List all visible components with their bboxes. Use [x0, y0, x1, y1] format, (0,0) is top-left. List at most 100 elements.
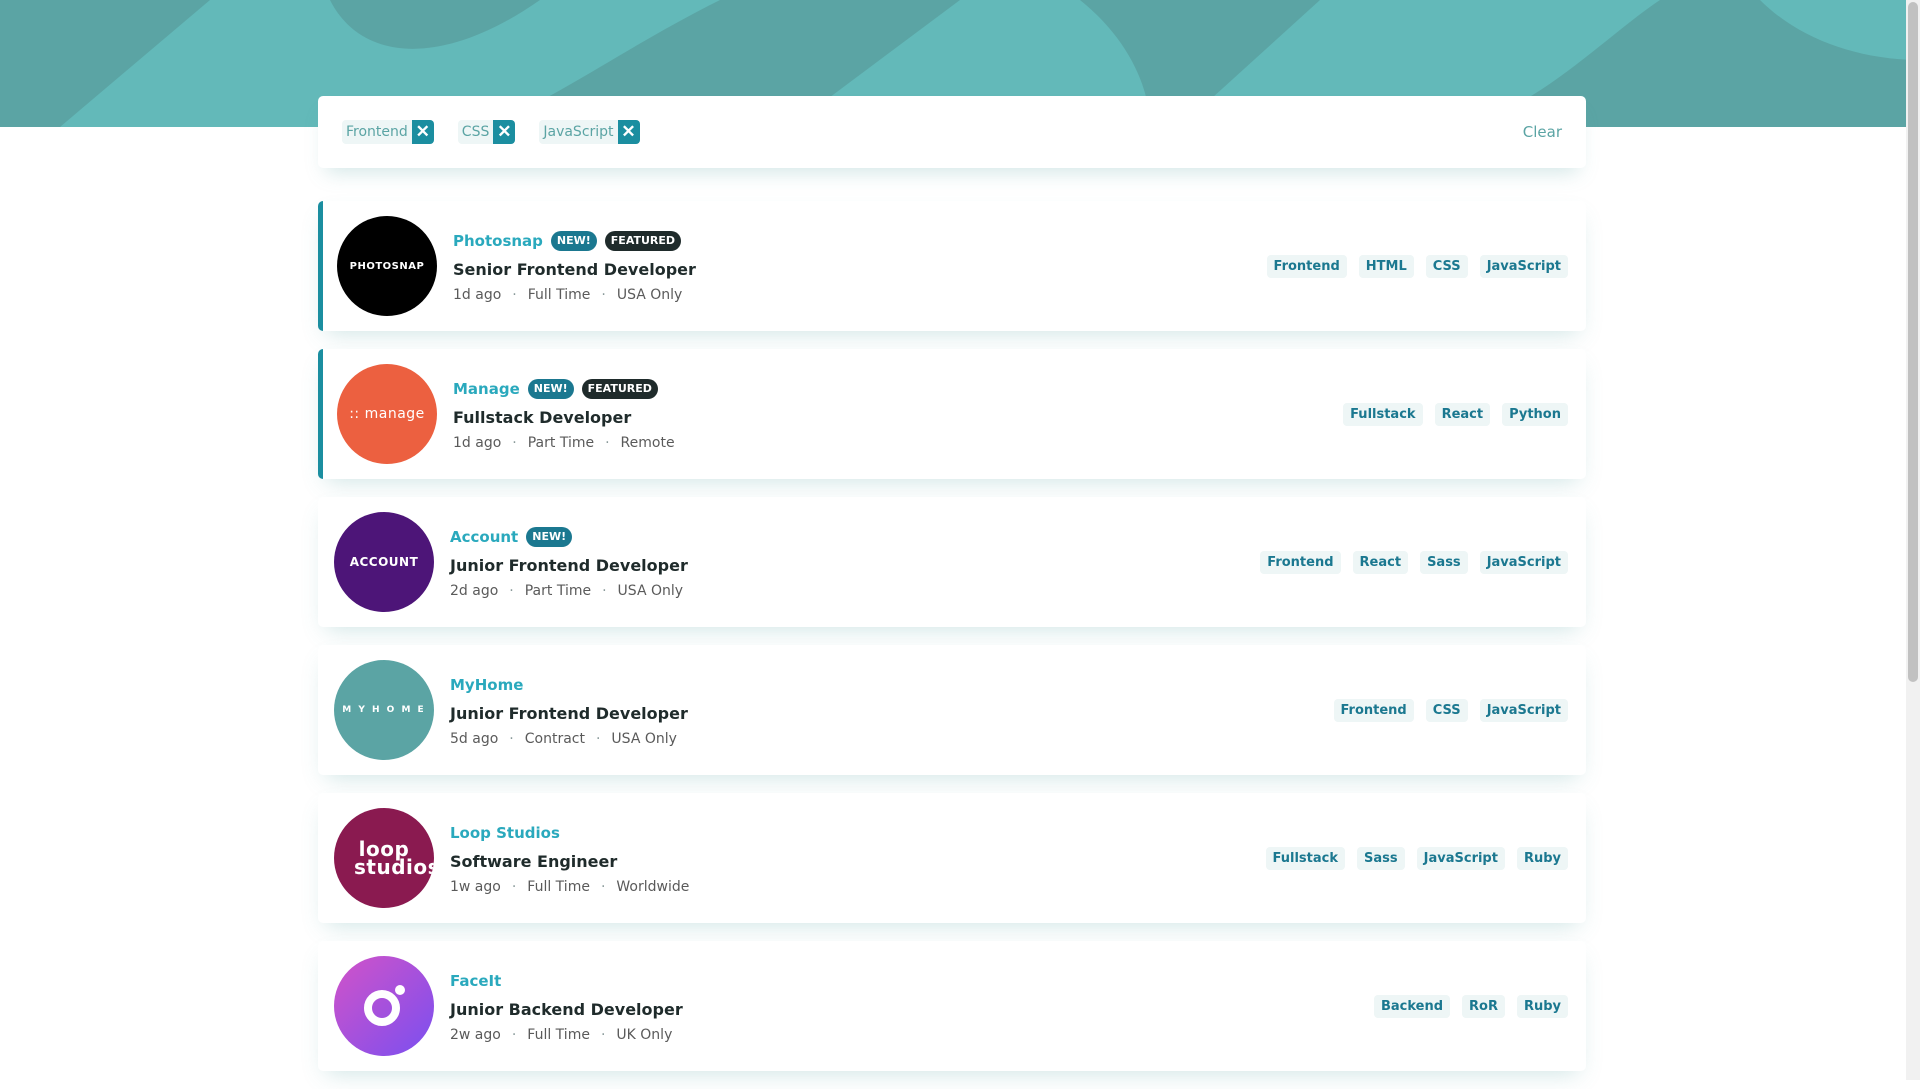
posted-at: 1d ago — [453, 434, 502, 451]
separator-dot: · — [509, 582, 514, 599]
contract-type: Full Time — [527, 1026, 590, 1043]
job-title[interactable]: Junior Frontend Developer — [450, 556, 688, 575]
featured-badge: FEATURED — [604, 230, 682, 251]
company-logo: ACCOUNT — [334, 512, 434, 612]
job-card: loop studios Loop Studios Software Engin… — [318, 793, 1586, 923]
scrollbar-thumb[interactable] — [1908, 2, 1918, 682]
separator-dot: · — [509, 730, 514, 747]
filter-tag-list: Frontend ✕ CSS ✕ JavaScript ✕ — [342, 120, 640, 144]
job-meta: 1d ago · Full Time · USA Only — [453, 287, 696, 303]
job-tag[interactable]: Fullstack — [1343, 402, 1423, 426]
job-tag-list: Fullstack React Python — [1343, 402, 1568, 426]
job-info: Account NEW! Junior Frontend Developer 2… — [450, 526, 688, 599]
job-tag-list: Frontend React Sass JavaScript — [1260, 550, 1568, 574]
company-name: Account — [450, 527, 519, 546]
close-icon: ✕ — [621, 122, 636, 141]
job-title[interactable]: Junior Frontend Developer — [450, 704, 688, 723]
remove-filter-button[interactable]: ✕ — [617, 120, 640, 144]
faceit-logo-icon — [364, 985, 405, 1026]
company-logo: M Y H O M E — [334, 660, 434, 760]
remove-filter-button[interactable]: ✕ — [411, 120, 434, 144]
separator-dot: · — [601, 286, 606, 303]
company-row: Manage NEW! FEATURED — [453, 378, 675, 400]
company-logo — [334, 956, 434, 1056]
job-info: FaceIt Junior Backend Developer 2w ago ·… — [450, 970, 683, 1043]
job-tag[interactable]: JavaScript — [1479, 550, 1568, 574]
job-tag[interactable]: CSS — [1425, 254, 1468, 278]
job-meta: 2d ago · Part Time · USA Only — [450, 583, 688, 599]
job-list: PHOTOSNAP Photosnap NEW! FEATURED Senior… — [318, 201, 1586, 1089]
job-tag[interactable]: Ruby — [1516, 846, 1568, 870]
job-tag[interactable]: CSS — [1425, 698, 1468, 722]
filter-tag-label: Frontend — [342, 120, 412, 144]
job-meta: 2w ago · Full Time · UK Only — [450, 1027, 683, 1043]
job-card: PHOTOSNAP Photosnap NEW! FEATURED Senior… — [318, 201, 1586, 331]
job-meta: 5d ago · Contract · USA Only — [450, 731, 688, 747]
company-logo-text: PHOTOSNAP — [349, 260, 425, 272]
job-tag[interactable]: Frontend — [1260, 550, 1341, 574]
company-row: MyHome — [450, 674, 688, 696]
job-card: :: manage Manage NEW! FEATURED Fullstack… — [318, 349, 1586, 479]
company-name: Loop Studios — [450, 823, 560, 842]
job-location: USA Only — [617, 582, 684, 599]
company-row: FaceIt — [450, 970, 683, 992]
job-card: M Y H O M E MyHome Junior Frontend Devel… — [318, 645, 1586, 775]
remove-filter-button[interactable]: ✕ — [493, 120, 516, 144]
job-meta: 1d ago · Part Time · Remote — [453, 435, 675, 451]
company-name: FaceIt — [450, 971, 502, 990]
job-title[interactable]: Junior Backend Developer — [450, 1000, 683, 1019]
posted-at: 2d ago — [450, 582, 499, 599]
company-logo: :: manage — [337, 364, 437, 464]
filter-tag-label: JavaScript — [539, 120, 618, 144]
job-tag[interactable]: Ruby — [1516, 994, 1568, 1018]
job-info: Loop Studios Software Engineer 1w ago · … — [450, 822, 689, 895]
company-row: Photosnap NEW! FEATURED — [453, 230, 696, 252]
posted-at: 5d ago — [450, 730, 499, 747]
job-tag[interactable]: JavaScript — [1416, 846, 1505, 870]
contract-type: Full Time — [527, 286, 591, 303]
job-tag[interactable]: React — [1352, 550, 1409, 574]
job-title[interactable]: Fullstack Developer — [453, 408, 675, 427]
job-tag-list: Frontend CSS JavaScript — [1333, 698, 1568, 722]
filter-tag: Frontend ✕ — [342, 120, 434, 144]
separator-dot: · — [605, 434, 610, 451]
separator-dot: · — [511, 878, 517, 895]
close-icon: ✕ — [497, 122, 512, 141]
job-tag-list: Backend RoR Ruby — [1373, 994, 1568, 1018]
scrollbar[interactable] — [1906, 0, 1920, 1080]
company-name: Photosnap — [453, 231, 543, 250]
job-title[interactable]: Software Engineer — [450, 852, 689, 871]
new-badge: NEW! — [526, 526, 573, 547]
filter-tag: JavaScript ✕ — [539, 120, 640, 144]
job-tag[interactable]: HTML — [1358, 254, 1414, 278]
job-tag[interactable]: Backend — [1373, 994, 1450, 1018]
contract-type: Part Time — [527, 434, 595, 451]
job-location: Worldwide — [616, 878, 690, 895]
job-info: Manage NEW! FEATURED Fullstack Developer… — [453, 378, 675, 451]
job-tag[interactable]: JavaScript — [1479, 254, 1568, 278]
job-tag[interactable]: Fullstack — [1265, 846, 1346, 870]
job-location: USA Only — [616, 286, 683, 303]
job-tag[interactable]: JavaScript — [1479, 698, 1568, 722]
filter-tag: CSS ✕ — [457, 120, 516, 144]
job-info: MyHome Junior Frontend Developer 5d ago … — [450, 674, 688, 747]
job-tag[interactable]: RoR — [1462, 994, 1505, 1018]
job-tag[interactable]: Sass — [1357, 846, 1405, 870]
company-logo-text: :: manage — [349, 406, 425, 422]
job-tag[interactable]: Frontend — [1266, 254, 1347, 278]
filter-bar: Frontend ✕ CSS ✕ JavaScript ✕ Clear — [318, 96, 1586, 168]
company-row: Loop Studios — [450, 822, 689, 844]
job-tag[interactable]: Sass — [1420, 550, 1468, 574]
featured-badge: FEATURED — [581, 378, 658, 399]
posted-at: 1w ago — [450, 878, 501, 895]
job-tag[interactable]: Python — [1502, 402, 1568, 426]
clear-filters-button[interactable]: Clear — [1523, 123, 1562, 141]
company-row: Account NEW! — [450, 526, 688, 548]
job-meta: 1w ago · Full Time · Worldwide — [450, 879, 689, 895]
job-tag[interactable]: Frontend — [1333, 698, 1414, 722]
job-tag[interactable]: React — [1434, 402, 1491, 426]
job-title[interactable]: Senior Frontend Developer — [453, 260, 696, 279]
separator-dot: · — [511, 1026, 517, 1043]
job-location: UK Only — [616, 1026, 673, 1043]
contract-type: Part Time — [524, 582, 592, 599]
